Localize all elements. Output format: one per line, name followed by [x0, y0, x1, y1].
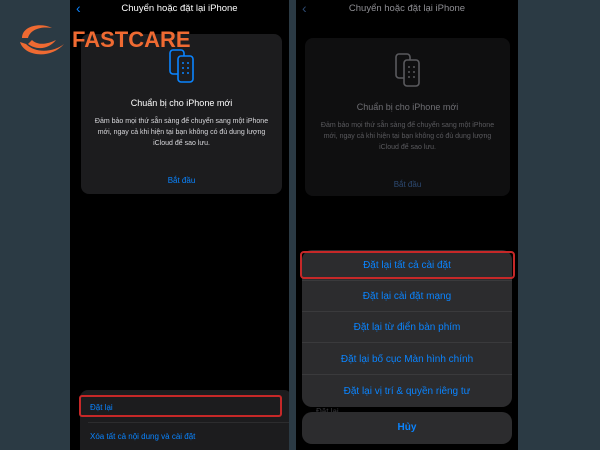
nav-title: Chuyển hoặc đặt lại iPhone	[121, 3, 238, 14]
card-description: Đảm bảo mọi thứ sẵn sàng để chuyển sang …	[320, 122, 495, 151]
prepare-card: Chuẩn bị cho iPhone mới Đảm bảo mọi thứ …	[305, 38, 510, 196]
highlight-box	[300, 251, 515, 279]
card-title: Chuẩn bị cho iPhone mới	[130, 98, 233, 108]
left-phone-screen: ‹ Chuyển hoặc đặt lại iPhone Chuẩn bị ch…	[70, 0, 289, 450]
fastcare-logo: FASTCARE	[16, 20, 206, 60]
erase-all-row[interactable]: Xóa tất cả nội dung và cài đặt	[90, 432, 195, 441]
card-title: Chuẩn bị cho iPhone mới	[356, 102, 459, 112]
right-phone-screen: ‹ Chuyển hoặc đặt lại iPhone Chuẩn bị ch…	[296, 0, 518, 450]
divider	[88, 422, 289, 423]
reset-location-privacy-button[interactable]: Đặt lại vị trí & quyền riêng tư	[302, 376, 512, 407]
logo-swoosh-icon	[20, 25, 64, 55]
nav-bar: ‹ Chuyển hoặc đặt lại iPhone	[296, 0, 518, 18]
reset-keyboard-dictionary-button[interactable]: Đặt lại từ điển bàn phím	[302, 312, 512, 343]
get-started-link[interactable]: Bắt đầu	[305, 180, 510, 189]
highlight-box	[79, 395, 282, 417]
card-description: Đảm bảo mọi thứ sẵn sàng để chuyển sang …	[94, 118, 269, 147]
nav-bar: ‹ Chuyển hoặc đặt lại iPhone	[70, 0, 289, 18]
logo-text: FASTCARE	[72, 27, 191, 52]
cancel-button[interactable]: Hủy	[302, 412, 512, 444]
nav-title: Chuyển hoặc đặt lại iPhone	[348, 3, 466, 14]
reset-network-settings-button[interactable]: Đặt lại cài đặt mạng	[302, 281, 512, 312]
reset-home-screen-layout-button[interactable]: Đặt lại bố cục Màn hình chính	[302, 344, 512, 375]
get-started-link[interactable]: Bắt đầu	[81, 176, 282, 185]
two-phones-icon	[394, 53, 420, 87]
